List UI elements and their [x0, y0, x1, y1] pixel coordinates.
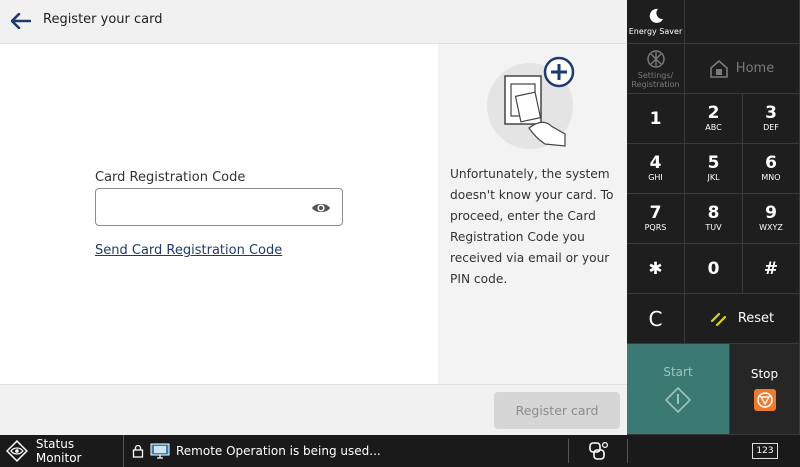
back-button[interactable] — [6, 7, 36, 35]
key-0[interactable]: 0 — [685, 244, 743, 294]
key-number: 1 — [649, 108, 662, 129]
statusbar-divider — [568, 439, 569, 463]
key-hash[interactable]: # — [743, 244, 800, 294]
settings-label: Settings/ Registration — [631, 70, 680, 89]
key-3[interactable]: 3 DEF — [743, 94, 800, 144]
device-link-button[interactable] — [582, 439, 612, 463]
key-number: # — [763, 258, 779, 279]
footer-bar: Register card — [0, 384, 627, 435]
clear-label: C — [648, 306, 663, 331]
title-bar: Register your card — [0, 0, 627, 44]
energy-saver-label: Energy Saver — [628, 26, 683, 36]
key-number: 2 — [707, 103, 720, 123]
form-panel: Card Registration Code Send Card Registr… — [0, 44, 438, 384]
key-number: 9 — [765, 203, 777, 223]
remote-operation-status: Remote Operation is being used... — [126, 435, 566, 467]
stop-label: Stop — [750, 367, 779, 381]
keyboard-toggle-button[interactable]: 123 — [752, 443, 778, 459]
start-diamond-icon — [665, 387, 691, 413]
key-number: 7 — [649, 203, 662, 223]
key-number: 0 — [707, 258, 720, 279]
status-monitor-button[interactable]: Status Monitor — [0, 435, 124, 467]
stop-button[interactable]: Stop — [730, 344, 800, 435]
key-letters: GHI — [648, 173, 663, 182]
energy-saver-button[interactable]: Energy Saver — [627, 0, 685, 44]
key-2[interactable]: 2 ABC — [685, 94, 743, 144]
send-code-link[interactable]: Send Card Registration Code — [95, 243, 282, 258]
key-letters: PQRS — [644, 223, 667, 232]
stop-icon — [753, 389, 776, 411]
eye-diamond-icon — [6, 440, 28, 462]
key-number: 6 — [765, 153, 777, 173]
info-message: Unfortunately, the system doesn't know y… — [450, 167, 614, 286]
card-code-input[interactable] — [104, 197, 304, 219]
key-9[interactable]: 9 WXYZ — [743, 194, 800, 244]
monitor-icon — [150, 443, 170, 459]
home-icon — [709, 59, 728, 78]
settings-button[interactable]: Settings/ Registration — [627, 44, 685, 94]
status-monitor-label: Status Monitor — [35, 437, 82, 465]
page-title: Register your card — [43, 12, 163, 27]
card-code-label: Card Registration Code — [95, 170, 246, 185]
show-password-button[interactable] — [310, 198, 332, 218]
reset-slash-icon — [710, 312, 726, 326]
home-button[interactable]: Home — [685, 44, 800, 94]
key-number: 4 — [649, 153, 662, 173]
register-card-button[interactable]: Register card — [494, 392, 620, 429]
info-panel: Unfortunately, the system doesn't know y… — [438, 44, 627, 384]
key-8[interactable]: 8 TUV — [685, 194, 743, 244]
clear-button[interactable]: C — [627, 294, 685, 344]
key-6[interactable]: 6 MNO — [743, 144, 800, 194]
arrow-left-icon — [11, 13, 31, 29]
statusbar-divider — [627, 439, 628, 463]
start-button[interactable]: Start — [627, 344, 730, 435]
key-letters: WXYZ — [759, 223, 783, 232]
key-letters: ABC — [705, 123, 722, 132]
eye-icon — [312, 203, 330, 213]
key-letters: JKL — [707, 173, 720, 182]
key-letters: MNO — [761, 173, 781, 182]
card-register-illustration — [487, 56, 575, 149]
key-4[interactable]: 4 GHI — [627, 144, 685, 194]
reset-label: Reset — [737, 311, 775, 326]
settings-icon — [646, 49, 665, 68]
main-screen: Register your card Card Registration Cod… — [0, 0, 627, 435]
remote-operation-label: Remote Operation is being used... — [176, 444, 381, 458]
key-1[interactable]: 1 — [627, 94, 685, 144]
key-number: 8 — [707, 203, 720, 223]
key-letters: TUV — [705, 223, 722, 232]
lock-icon — [132, 444, 144, 458]
key-5[interactable]: 5 JKL — [685, 144, 743, 194]
key-number: 3 — [765, 103, 777, 123]
top-blank-cell — [685, 0, 800, 44]
card-code-field[interactable] — [95, 188, 343, 226]
control-panel: Energy Saver Settings/ Registration Home… — [627, 0, 800, 435]
home-label: Home — [735, 61, 775, 76]
keyboard-123-icon: 123 — [756, 446, 774, 456]
key-number: 5 — [707, 153, 720, 173]
reset-button[interactable]: Reset — [685, 294, 800, 344]
moon-icon — [649, 8, 663, 23]
start-label: Start — [663, 365, 693, 379]
key-asterisk[interactable]: ✱ — [627, 244, 685, 294]
key-number: ✱ — [648, 258, 663, 279]
key-7[interactable]: 7 PQRS — [627, 194, 685, 244]
link-icon — [589, 441, 609, 460]
status-bar: Status Monitor Remote Operation is being… — [0, 435, 800, 467]
key-letters: DEF — [763, 123, 779, 132]
